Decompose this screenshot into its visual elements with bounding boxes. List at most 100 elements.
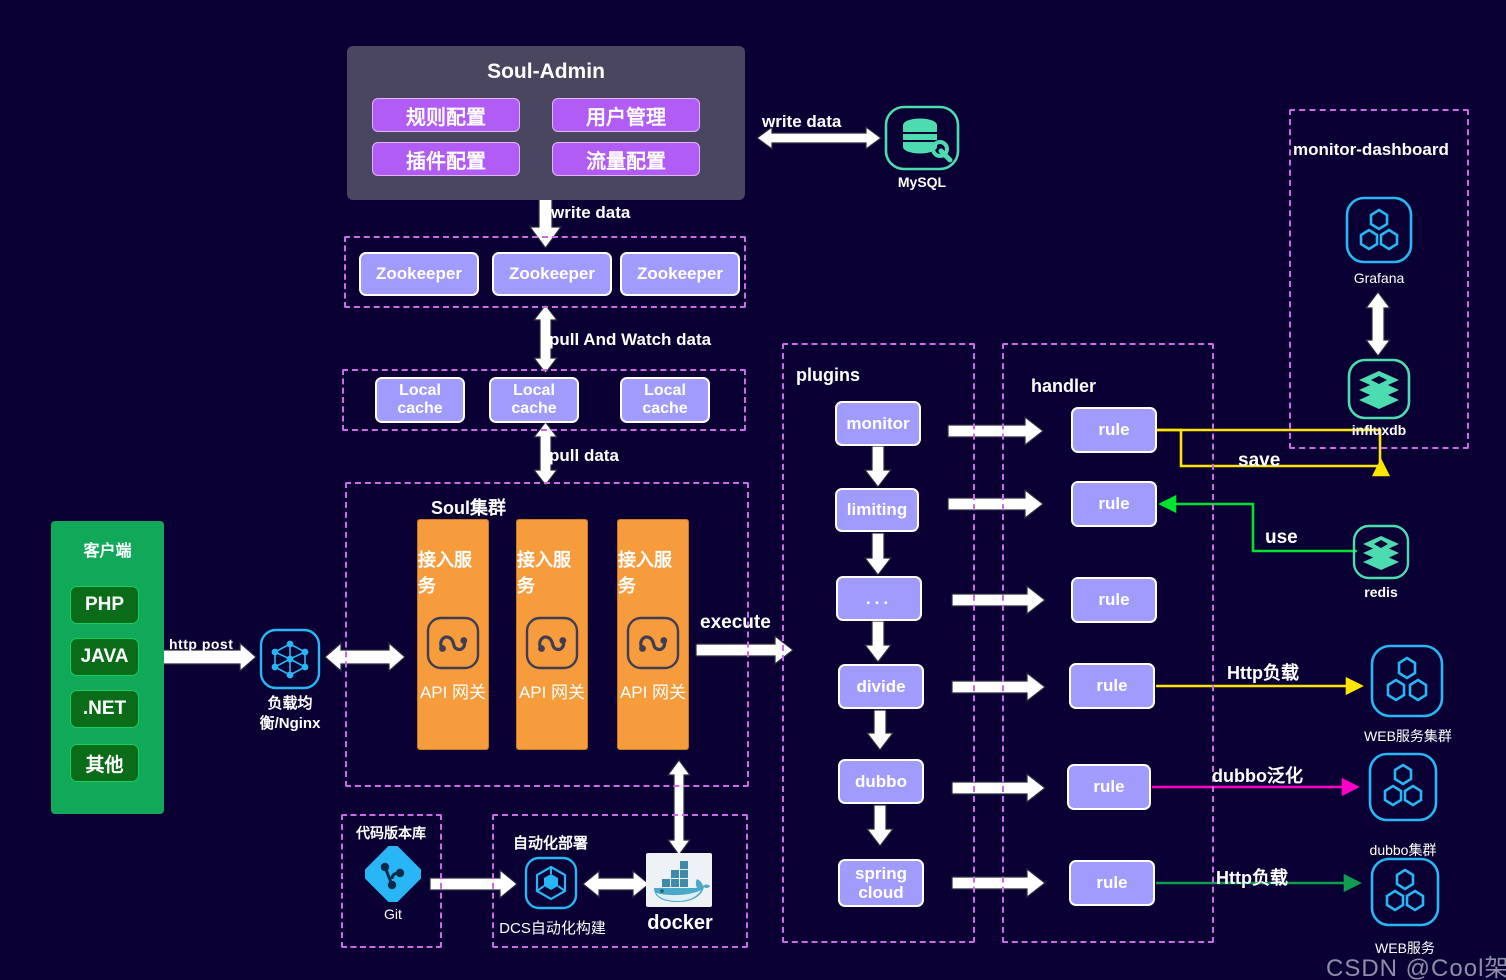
cluster-hex-icon [1368,752,1438,822]
api-gateway-icon [426,616,480,670]
network-nodes-icon [259,628,321,690]
database-wrench-icon [884,105,960,171]
soul-cluster-title: Soul集群 [431,498,506,518]
handler-title: handler [1031,376,1097,396]
soul-node-service-label: 接入服务 [618,550,672,596]
label-pull-and-watch-data: pull And Watch data [549,330,712,349]
docker-whale-icon [654,861,710,902]
client-item-other[interactable]: 其他 [70,744,139,782]
soul-node-gateway-label: API 网关 [419,683,487,702]
client-panel: 客户端 PHP JAVA .NET 其他 [51,521,164,814]
label-write-data-mysql: write data [762,112,842,131]
load-balancer-label-line2: 衡/Nginx [259,715,321,732]
local-cache-line-2: cache [511,400,557,417]
label-http-load-2: Http负载 [1216,868,1288,888]
docker-label: docker [647,912,713,934]
label-save: save [1238,450,1281,471]
handler-rule-6[interactable]: rule [1069,860,1155,906]
load-balancer-node[interactable] [259,628,321,690]
soul-node-3[interactable]: 接入服务 API 网关 [617,519,689,750]
client-item-dotnet[interactable]: .NET [70,690,139,728]
plugin-more[interactable]: ... [836,576,922,621]
plugins-title: plugins [796,365,860,385]
watermark: CSDN @Cool架构师 [1326,955,1506,980]
influxdb-node [1347,358,1411,420]
redis-node [1352,524,1410,580]
dcs-label: DCS自动化构建 [499,920,606,937]
local-cache-line-1: Local [513,382,555,400]
web-cluster-node-1 [1370,644,1444,718]
label-dubbo-generic: dubbo泛化 [1212,766,1303,786]
git-node [362,843,424,905]
cube-hex-icon [524,856,578,910]
soul-admin-title: Soul-Admin [487,60,605,83]
grafana-label: Grafana [1353,270,1405,286]
handler-rule-1[interactable]: rule [1071,407,1157,453]
admin-button-rule-config[interactable]: 规则配置 [372,98,520,132]
monitor-dashboard-title: monitor-dashboard [1293,140,1449,159]
plugin-spring-cloud[interactable]: spring cloud [838,859,924,907]
admin-button-plugin-config[interactable]: 插件配置 [372,142,520,176]
connector-layer [159,125,1392,900]
handler-rule-4[interactable]: rule [1069,663,1155,709]
soul-node-gateway-label: API 网关 [619,683,687,702]
dubbo-cluster-node [1368,752,1438,822]
soul-node-gateway-label: API 网关 [518,683,586,702]
api-gateway-icon [525,616,579,670]
api-gateway-icon [626,616,680,670]
auto-deploy-title: 自动化部署 [513,835,589,852]
local-cache-node-2[interactable]: Local cache [489,377,579,423]
web-cluster-label-1: WEB服务集群 [1364,728,1452,744]
soul-node-2[interactable]: 接入服务 API 网关 [516,519,588,750]
influxdb-label: influxdb [1351,422,1407,438]
handler-rule-2[interactable]: rule [1071,481,1157,527]
local-cache-node-3[interactable]: Local cache [620,377,710,423]
grafana-node [1345,196,1413,264]
label-http-load-1: Http负载 [1227,663,1299,683]
web-service-node [1370,857,1440,927]
local-cache-line-2: cache [397,400,443,417]
soul-node-service-label: 接入服务 [517,550,571,596]
redis-label: redis [1364,584,1398,600]
load-balancer-label-line1: 负载均 [267,695,313,712]
git-label: Git [384,906,402,922]
admin-button-traffic-config[interactable]: 流量配置 [552,142,700,176]
soul-admin-panel: Soul-Admin 规则配置 用户管理 插件配置 流量配置 [347,46,745,200]
client-item-php[interactable]: PHP [70,586,139,624]
label-http-post: http post [169,636,234,652]
client-item-java[interactable]: JAVA [70,638,139,676]
diagram-canvas: Soul-Admin 规则配置 用户管理 插件配置 流量配置 write dat… [0,0,1506,980]
cluster-hex-icon [1370,644,1444,718]
handler-rule-5[interactable]: rule [1067,764,1151,810]
git-branch-icon [362,843,424,905]
client-panel-title: 客户端 [83,543,132,560]
soul-node-1[interactable]: 接入服务 API 网关 [417,519,489,750]
zookeeper-node-2[interactable]: Zookeeper [492,252,612,296]
mysql-label: MySQL [897,174,947,190]
grafana-hex-icon [1345,196,1413,264]
label-write-data-zookeeper: write data [551,203,631,222]
label-pull-data: pull data [549,446,619,465]
docker-node [646,853,712,907]
admin-button-user-management[interactable]: 用户管理 [552,98,700,132]
influxdb-stack-icon [1347,358,1411,420]
zookeeper-node-1[interactable]: Zookeeper [359,252,479,296]
local-cache-node-1[interactable]: Local cache [375,377,465,423]
local-cache-line-1: Local [399,382,441,400]
cluster-hex-icon [1370,857,1440,927]
mysql-node [884,105,960,175]
plugin-monitor[interactable]: monitor [835,401,921,446]
zookeeper-node-3[interactable]: Zookeeper [620,252,740,296]
code-repo-title: 代码版本库 [356,825,426,841]
label-use: use [1265,527,1298,548]
handler-rule-3[interactable]: rule [1071,577,1157,623]
plugin-dubbo[interactable]: dubbo [838,759,924,804]
dcs-node [524,856,578,910]
plugin-limiting[interactable]: limiting [835,488,919,532]
plugin-divide[interactable]: divide [838,664,924,709]
local-cache-line-1: Local [644,382,686,400]
local-cache-line-2: cache [642,400,688,417]
soul-node-service-label: 接入服务 [418,550,472,596]
label-execute: execute [700,612,771,633]
redis-stack-icon [1352,524,1410,580]
